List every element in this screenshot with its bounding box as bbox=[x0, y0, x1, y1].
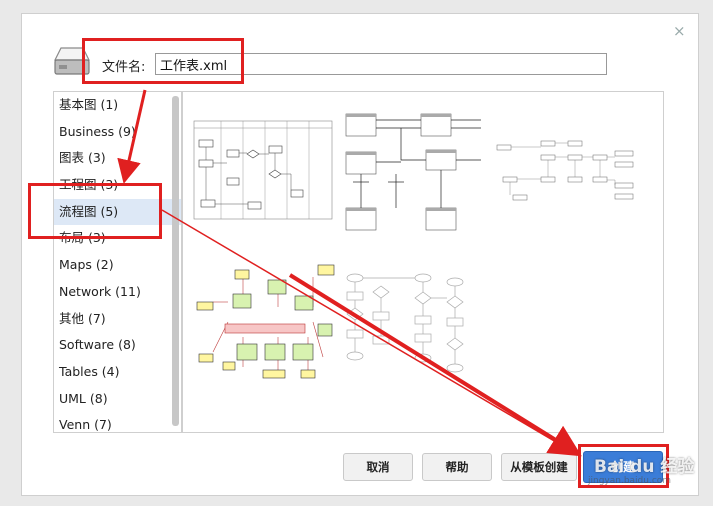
arrow-to-create bbox=[288, 273, 582, 457]
annotation-arrows bbox=[117, 89, 582, 457]
line-to-create bbox=[161, 209, 579, 456]
arrow-to-category bbox=[117, 89, 147, 184]
